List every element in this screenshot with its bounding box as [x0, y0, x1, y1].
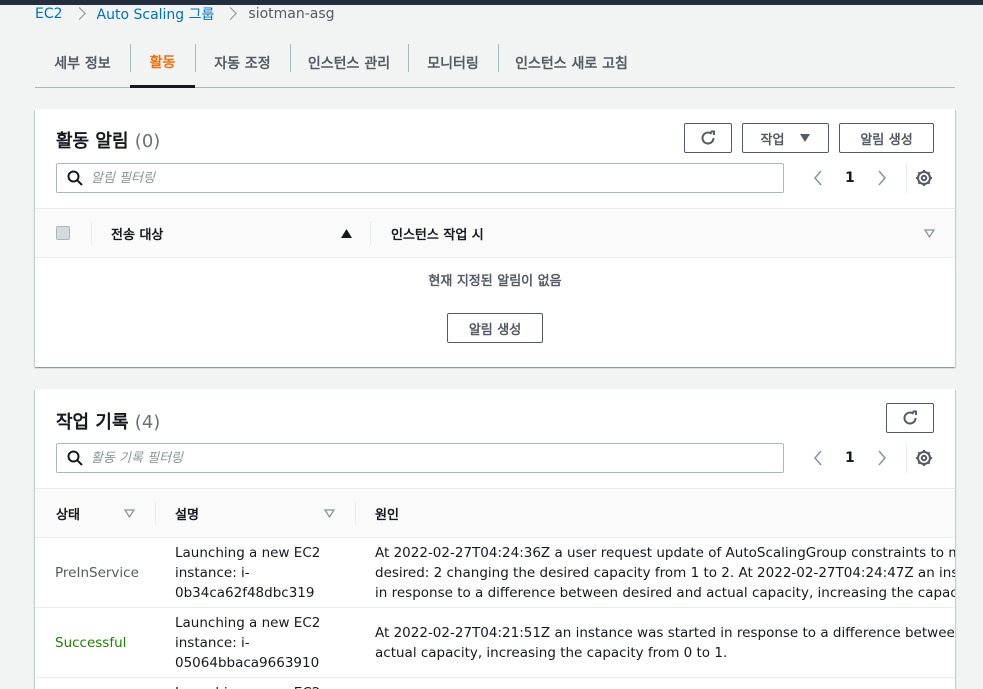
column-header-cause[interactable]: 원인	[375, 489, 399, 537]
refresh-icon	[701, 130, 715, 145]
history-search-field[interactable]	[56, 443, 784, 473]
activity-notifications-panel: 활동 알림 (0) 작업 알림 생성 1 전송 대상 인스턴스 작업 시 현재 …	[35, 109, 955, 367]
chevron-right-icon[interactable]	[876, 450, 888, 466]
select-all-checkbox[interactable]	[56, 226, 70, 240]
description-cell: Launching a new EC2 instance: i- 05064bbac…	[175, 613, 320, 673]
tab-activity[interactable]: 활동	[130, 38, 195, 88]
empty-state-text: 현재 지정된 알림이 없음	[428, 274, 562, 289]
refresh-icon	[903, 410, 917, 425]
column-divider	[355, 501, 356, 525]
tab-instance-refresh[interactable]: 인스턴스 새로 고침	[498, 38, 645, 87]
chevron-right-icon	[226, 7, 236, 21]
description-line: Launching a new EC2	[175, 545, 321, 561]
column-header-description[interactable]: 설명	[175, 489, 199, 537]
column-header-status[interactable]: 상태	[56, 489, 80, 537]
description-cell: Launching a new EC2 instance: i- 0b34ca62f…	[175, 543, 320, 603]
tab-instance-management[interactable]: 인스턴스 관리	[290, 38, 408, 87]
tab-bar: 세부 정보 활동 자동 조정 인스턴스 관리 모니터링 인스턴스 새로 고침	[35, 38, 955, 88]
column-divider	[155, 501, 156, 525]
page-number[interactable]: 1	[845, 450, 855, 466]
cause-line: desired: 2 changing the desired capacity…	[375, 565, 955, 581]
column-header-recipient[interactable]: 전송 대상	[111, 209, 163, 257]
status-cell: PreInService	[55, 565, 139, 581]
cause-line: At 2022-02-27T04:21:51Z an instance was …	[375, 625, 955, 641]
pagination-divider	[905, 163, 907, 193]
refresh-button[interactable]	[684, 123, 732, 153]
table-row[interactable]: Successful Launching a new EC2 instance: i…	[35, 608, 955, 678]
notification-search-field[interactable]	[56, 163, 784, 193]
cause-line: in response to a difference between desi…	[375, 585, 955, 601]
description-line: Launching a new EC2	[175, 615, 321, 631]
notifications-table-header: 전송 대상 인스턴스 작업 시	[35, 208, 955, 258]
panel-title: 활동 알림 (0)	[56, 127, 160, 153]
chevron-left-icon[interactable]	[812, 170, 824, 186]
description-line: 0b34ca62f48dbc319	[175, 585, 315, 601]
activity-history-panel: 작업 기록 (4) 1 상태 설명 원인 PreInService Launchi…	[35, 389, 955, 689]
history-search-input[interactable]	[91, 450, 741, 466]
notification-search-input[interactable]	[91, 170, 741, 186]
panel-title: 작업 기록 (4)	[56, 408, 160, 434]
column-divider	[91, 221, 92, 245]
notifications-title: 활동 알림	[56, 131, 129, 152]
page-number[interactable]: 1	[845, 170, 855, 186]
chevron-right-icon[interactable]	[876, 170, 888, 186]
description-line: instance: i-	[175, 565, 250, 581]
history-count: (4)	[134, 412, 161, 433]
actions-label: 작업	[760, 132, 785, 148]
tab-auto-scaling[interactable]: 자동 조정	[195, 38, 290, 87]
breadcrumb-current: siotman-asg	[248, 6, 335, 22]
table-row[interactable]: Launching a new EC2	[35, 678, 955, 689]
history-title: 작업 기록	[56, 412, 129, 433]
tab-monitoring[interactable]: 모니터링	[408, 38, 498, 87]
tab-details[interactable]: 세부 정보	[35, 38, 130, 87]
chevron-left-icon[interactable]	[812, 450, 824, 466]
cause-cell: At 2022-02-27T04:21:51Z an instance was …	[375, 623, 955, 663]
notifications-count: (0)	[134, 131, 161, 152]
gear-icon[interactable]	[915, 449, 933, 467]
breadcrumb-asg-link[interactable]: Auto Scaling 그룹	[97, 4, 215, 24]
breadcrumb-ec2-link[interactable]: EC2	[35, 6, 63, 22]
pagination-divider	[905, 443, 907, 473]
description-cell: Launching a new EC2	[175, 683, 320, 689]
create-notification-button[interactable]: 알림 생성	[839, 123, 934, 153]
empty-create-notification-button[interactable]: 알림 생성	[447, 313, 543, 343]
sort-ascending-icon[interactable]	[341, 229, 352, 238]
caret-down-icon	[800, 134, 811, 142]
column-divider	[370, 221, 371, 245]
description-line: instance: i-	[175, 635, 250, 651]
search-icon	[67, 170, 83, 186]
description-line: Launching a new EC2	[175, 683, 320, 689]
history-refresh-button[interactable]	[886, 403, 934, 433]
sort-caret-icon[interactable]	[124, 509, 135, 518]
search-icon	[67, 450, 83, 466]
sort-caret-icon[interactable]	[324, 509, 335, 518]
cause-cell: At 2022-02-27T04:24:36Z a user request u…	[375, 543, 955, 603]
column-header-instance-action[interactable]: 인스턴스 작업 시	[391, 209, 484, 257]
description-line: 05064bbaca9663910	[175, 655, 320, 671]
gear-icon[interactable]	[915, 169, 933, 187]
history-pagination: 1	[812, 443, 907, 473]
sort-caret-icon[interactable]	[924, 229, 935, 238]
status-cell: Successful	[55, 635, 127, 651]
notifications-pagination: 1	[812, 163, 907, 193]
cause-line: At 2022-02-27T04:24:36Z a user request u…	[375, 545, 955, 561]
table-row[interactable]: PreInService Launching a new EC2 instance:…	[35, 538, 955, 608]
actions-dropdown-button[interactable]: 작업	[742, 123, 829, 153]
history-table-header: 상태 설명 원인	[35, 488, 955, 538]
cause-line: actual capacity, increasing the capacity…	[375, 645, 728, 661]
chevron-right-icon	[75, 7, 85, 21]
breadcrumb: EC2 Auto Scaling 그룹 siotman-asg	[35, 4, 335, 24]
